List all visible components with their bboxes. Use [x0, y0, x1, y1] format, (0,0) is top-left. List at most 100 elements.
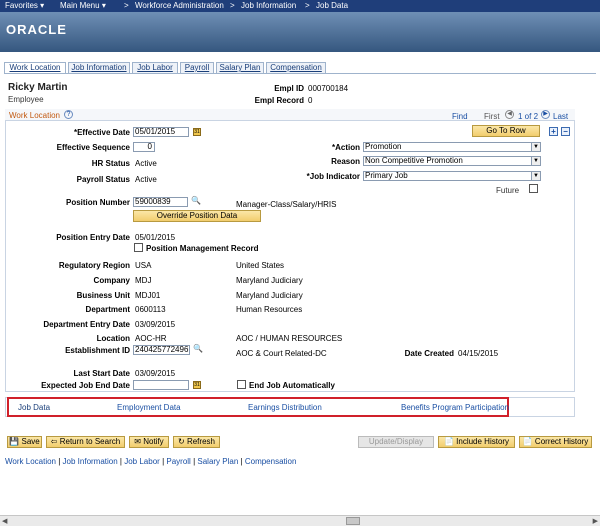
breadcrumb-workforce-administration[interactable]: Workforce Administration — [135, 1, 224, 10]
hr-status-label: HR Status — [91, 159, 130, 168]
hr-status-value: Active — [135, 159, 157, 168]
earnings-distribution-link[interactable]: Earnings Distribution — [248, 403, 322, 412]
chevron-down-icon: ▼ — [531, 157, 540, 165]
brand-banner — [0, 12, 600, 52]
tab-divider — [4, 73, 596, 74]
establishment-description: AOC & Court Related-DC — [236, 349, 327, 358]
correct-history-button[interactable]: 📄 Correct History — [519, 436, 592, 448]
notify-icon: ✉ — [134, 437, 141, 446]
favorites-menu[interactable]: Favorites ▾ — [5, 1, 44, 10]
empl-record-value: 0 — [308, 96, 313, 105]
go-to-row-button[interactable]: Go To Row — [472, 125, 540, 137]
oracle-logo: ORACLE — [6, 22, 67, 37]
save-icon: 💾 — [9, 437, 20, 446]
refresh-button[interactable]: ↻ Refresh — [173, 436, 220, 448]
chevron-down-icon: ▾ — [101, 1, 106, 10]
expected-job-end-date-field[interactable] — [133, 380, 189, 390]
update-display-button[interactable]: Update/Display — [358, 436, 434, 448]
find-link[interactable]: Find — [452, 112, 468, 121]
save-button[interactable]: 💾 Save — [7, 436, 42, 448]
business-unit-label: Business Unit — [76, 291, 130, 300]
footer-link-work-location[interactable]: Work Location — [5, 457, 56, 466]
employee-role: Employee — [8, 95, 44, 104]
position-entry-date-label: Position Entry Date — [56, 233, 130, 242]
future-checkbox[interactable] — [529, 184, 538, 193]
footer-link-job-labor[interactable]: Job Labor — [124, 457, 160, 466]
expected-job-end-date-label: Expected Job End Date — [41, 381, 130, 390]
effective-sequence-field[interactable]: 0 — [133, 142, 155, 152]
history-icon: 📄 — [522, 437, 533, 446]
effective-date-field[interactable]: 05/01/2015 — [133, 127, 189, 137]
business-unit-value: MDJ01 — [135, 291, 161, 300]
calendar-icon[interactable]: 31 — [193, 128, 201, 136]
employee-name: Ricky Martin — [8, 82, 68, 93]
end-job-automatically-checkbox[interactable] — [237, 380, 246, 389]
regulatory-region-value: USA — [135, 261, 152, 270]
reason-select[interactable]: Non Competitive Promotion ▼ — [363, 156, 541, 166]
footer-link-compensation[interactable]: Compensation — [245, 457, 297, 466]
notify-button[interactable]: ✉ Notify — [129, 436, 169, 448]
date-created-value: 04/15/2015 — [458, 349, 499, 358]
footer-link-job-information[interactable]: Job Information — [63, 457, 118, 466]
department-description: Human Resources — [236, 305, 303, 314]
establishment-id-field[interactable]: 240425772496 — [133, 345, 190, 355]
company-description: Maryland Judiciary — [236, 276, 303, 285]
chevron-down-icon: ▼ — [531, 143, 540, 151]
previous-icon[interactable]: ◀ — [505, 110, 514, 119]
include-history-label: Include History — [456, 437, 510, 446]
last-start-date-value: 03/09/2015 — [135, 369, 176, 378]
action-value: Promotion — [365, 142, 402, 151]
refresh-icon: ↻ — [178, 437, 185, 446]
chevron-down-icon: ▼ — [531, 172, 540, 180]
business-unit-description: Maryland Judiciary — [236, 291, 303, 300]
effective-sequence-label: Effective Sequence — [56, 143, 130, 152]
delete-row-icon[interactable]: − — [561, 127, 570, 136]
benefits-program-participation-link[interactable]: Benefits Program Participation — [401, 403, 509, 412]
return-icon: ⇦ — [50, 437, 58, 446]
breadcrumb-separator: > — [230, 1, 235, 10]
reason-label: Reason — [331, 157, 360, 166]
horizontal-scrollbar[interactable]: ◀ ▶ — [0, 515, 600, 526]
footer-links: Work Location | Job Information | Job La… — [5, 457, 296, 466]
search-icon[interactable]: 🔍 — [191, 196, 201, 205]
return-to-search-button[interactable]: ⇦ Return to Search — [46, 436, 125, 448]
refresh-label: Refresh — [186, 437, 215, 446]
footer-link-salary-plan[interactable]: Salary Plan — [197, 457, 238, 466]
correct-history-label: Correct History — [534, 437, 589, 446]
breadcrumb-job-data[interactable]: Job Data — [316, 1, 348, 10]
main-menu[interactable]: Main Menu ▾ — [60, 1, 106, 10]
end-job-automatically-label: End Job Automatically — [249, 381, 335, 390]
top-navigation-bar: Favorites ▾ Main Menu ▾ > Workforce Admi… — [0, 0, 600, 12]
scrollbar-thumb[interactable] — [346, 517, 360, 525]
breadcrumb-job-information[interactable]: Job Information — [241, 1, 296, 10]
future-label: Future — [496, 186, 520, 195]
scroll-left-icon[interactable]: ◀ — [2, 517, 7, 525]
last-start-date-label: Last Start Date — [73, 369, 130, 378]
reason-value: Non Competitive Promotion — [365, 156, 463, 165]
job-data-link[interactable]: Job Data — [18, 403, 50, 412]
scroll-right-icon[interactable]: ▶ — [593, 517, 598, 525]
action-label: *Action — [332, 143, 360, 152]
position-management-checkbox[interactable] — [134, 243, 143, 252]
next-icon[interactable]: ▶ — [541, 110, 550, 119]
action-select[interactable]: Promotion ▼ — [363, 142, 541, 152]
footer-link-payroll[interactable]: Payroll — [166, 457, 190, 466]
override-position-data-button[interactable]: Override Position Data — [133, 210, 261, 222]
department-value: 0600113 — [135, 305, 166, 314]
return-label: Return to Search — [59, 437, 121, 446]
job-indicator-select[interactable]: Primary Job ▼ — [363, 171, 541, 181]
location-label: Location — [96, 334, 130, 343]
include-history-button[interactable]: 📄 Include History — [438, 436, 515, 448]
history-icon: 📄 — [443, 437, 454, 446]
establishment-id-label: Establishment ID — [65, 346, 130, 355]
search-icon[interactable]: 🔍 — [193, 344, 203, 353]
help-icon[interactable]: ? — [64, 110, 73, 119]
position-number-field[interactable]: 59000839 — [133, 197, 188, 207]
calendar-icon[interactable]: 31 — [193, 381, 201, 389]
employment-data-link[interactable]: Employment Data — [117, 403, 181, 412]
section-title: Work Location — [9, 111, 60, 120]
regulatory-region-description: United States — [236, 261, 285, 270]
add-row-icon[interactable]: + — [549, 127, 558, 136]
job-indicator-label: *Job Indicator — [306, 172, 360, 181]
last-link[interactable]: Last — [553, 112, 568, 121]
